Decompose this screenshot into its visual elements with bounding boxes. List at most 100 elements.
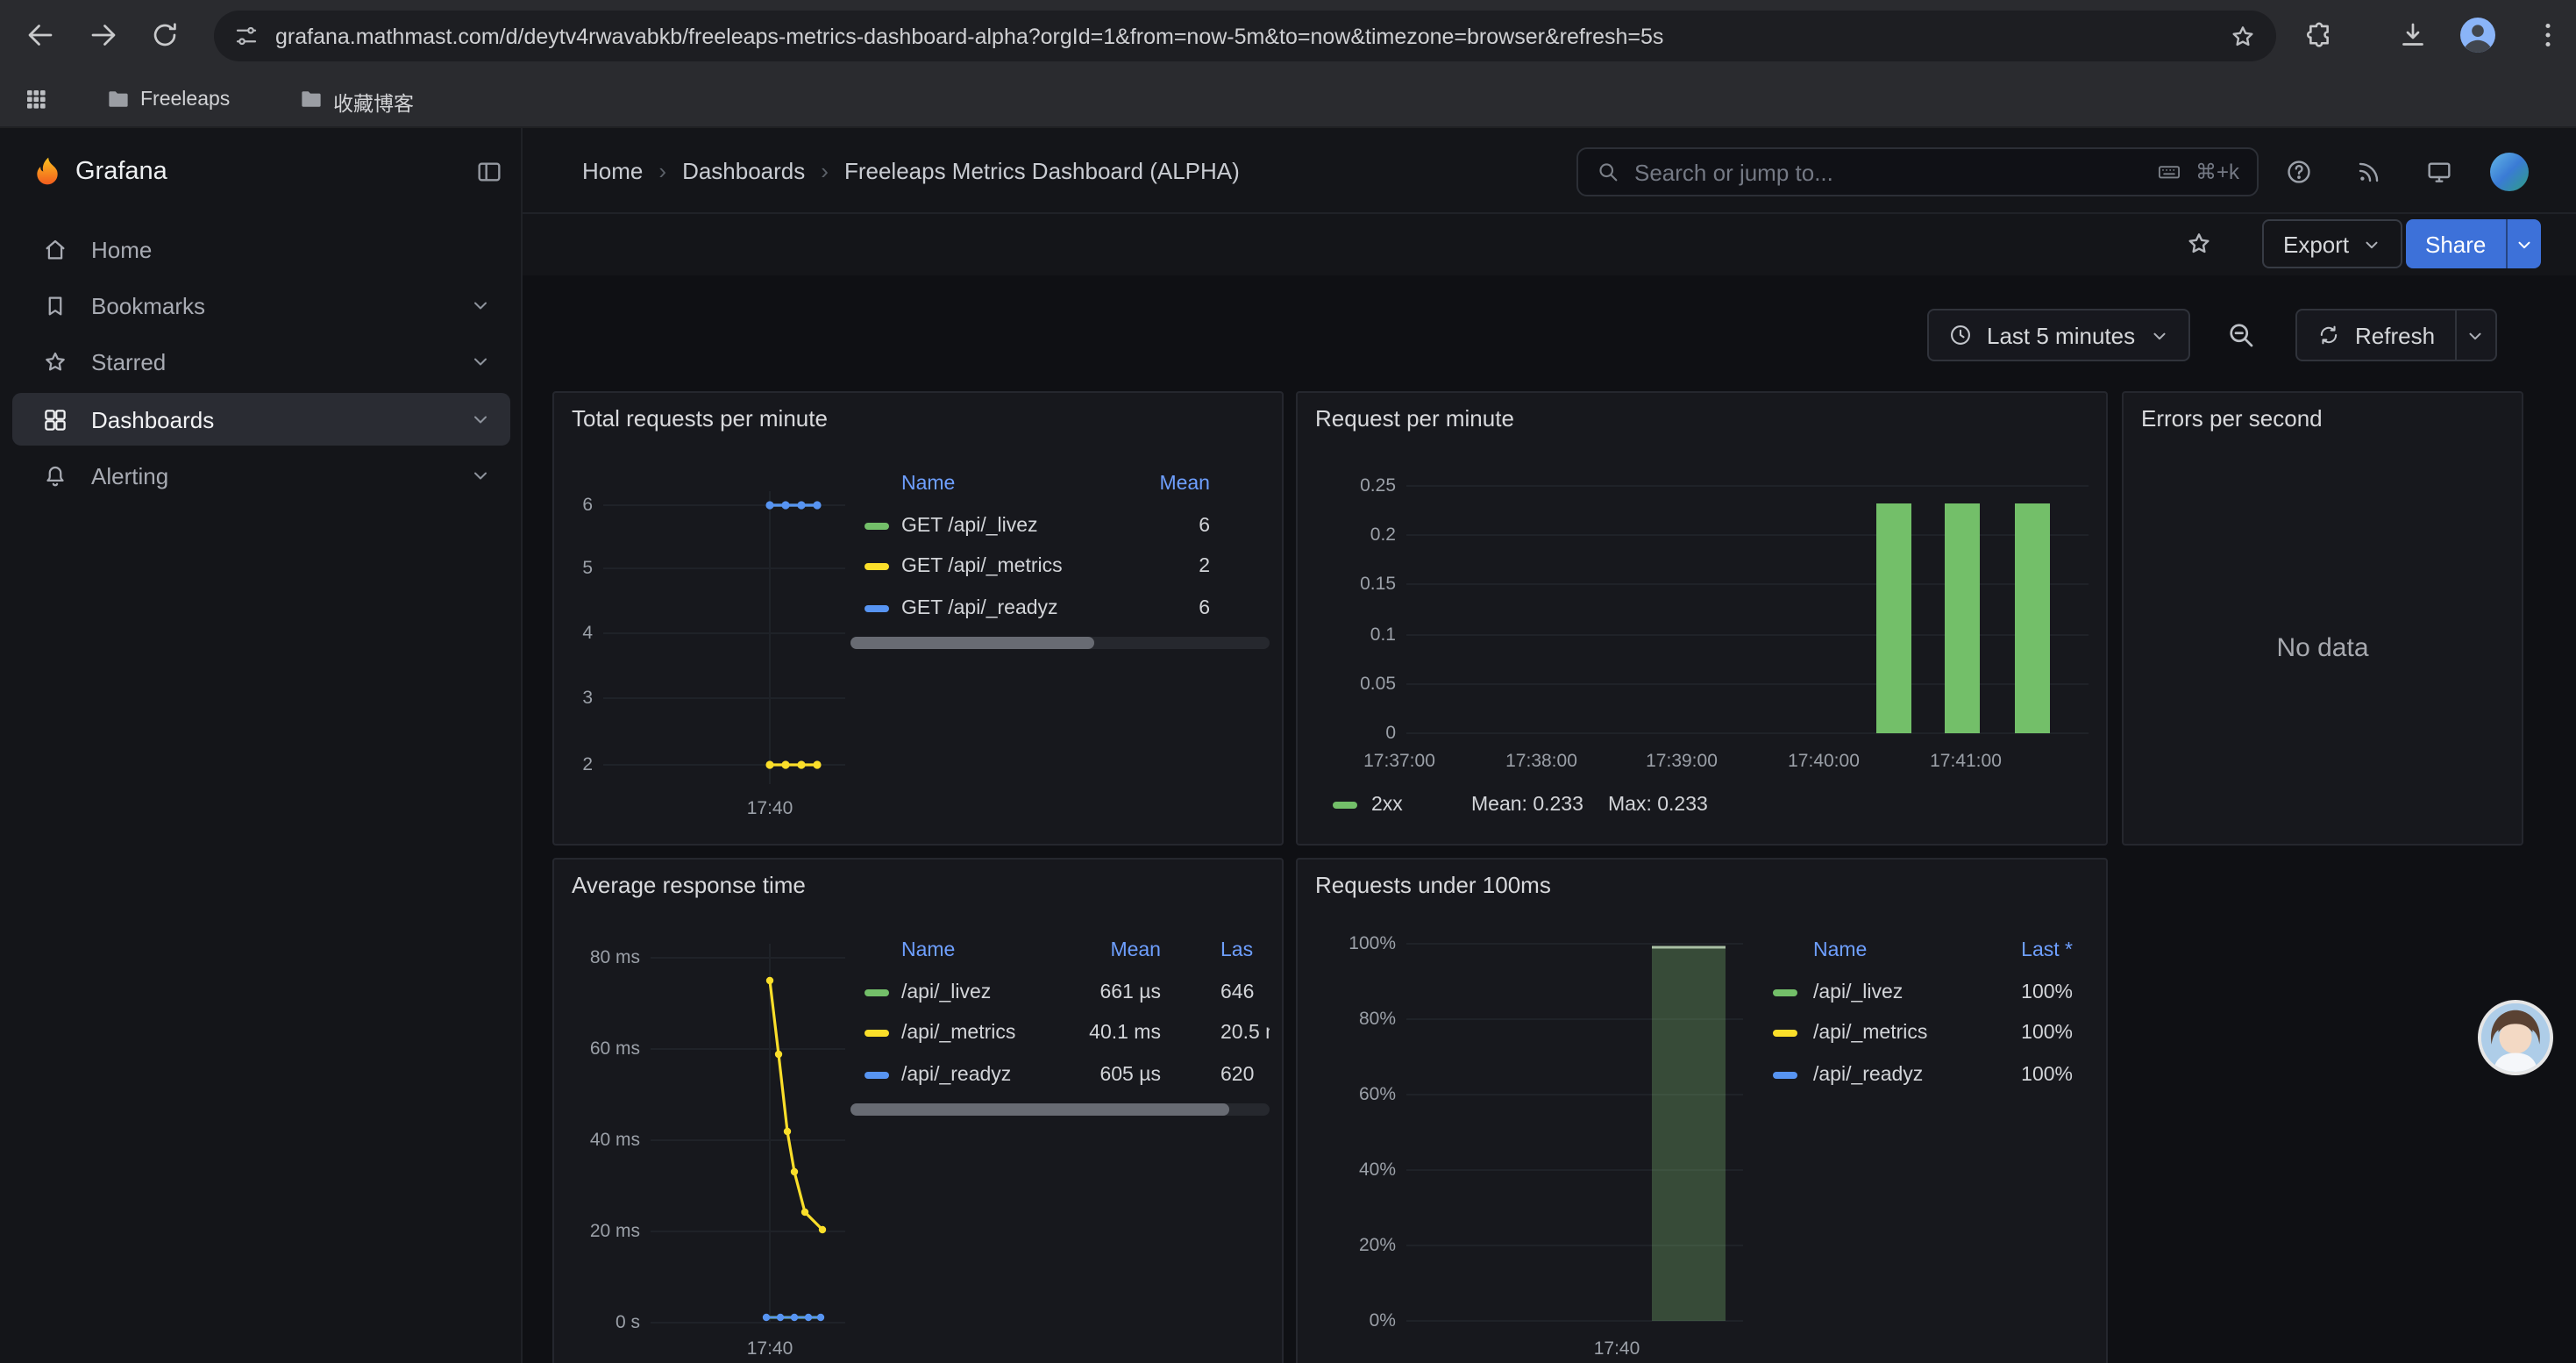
user-avatar[interactable] bbox=[2490, 153, 2529, 191]
bar-chart[interactable] bbox=[1403, 472, 2092, 753]
back-icon[interactable] bbox=[25, 19, 56, 51]
y-axis-tick: 6 bbox=[554, 495, 593, 516]
browser-menu-icon[interactable] bbox=[2532, 19, 2564, 51]
legend-col-name[interactable]: Name bbox=[1813, 940, 1867, 961]
home-icon bbox=[42, 236, 68, 262]
legend-series-name[interactable]: 2xx bbox=[1371, 795, 1403, 816]
download-icon[interactable] bbox=[2397, 19, 2429, 51]
line-chart[interactable] bbox=[647, 944, 847, 1345]
legend-series-name[interactable]: /api/_readyz bbox=[1813, 1065, 1923, 1086]
chevron-down-icon[interactable] bbox=[470, 295, 491, 316]
y-axis-tick: 40% bbox=[1315, 1160, 1396, 1181]
help-icon[interactable] bbox=[2285, 158, 2313, 186]
time-range-picker[interactable]: Last 5 minutes bbox=[1927, 309, 2189, 361]
legend-scrollbar[interactable] bbox=[850, 1103, 1270, 1116]
legend-series-name[interactable]: GET /api/_readyz bbox=[901, 598, 1058, 619]
series-swatch bbox=[1773, 1072, 1797, 1079]
bookmark-item[interactable]: Freeleaps bbox=[140, 89, 230, 111]
news-rss-icon[interactable] bbox=[2355, 158, 2383, 186]
x-axis-tick: 17:39:00 bbox=[1629, 751, 1734, 772]
keyboard-icon bbox=[2157, 160, 2181, 184]
search-shortcut: ⌘+k bbox=[2195, 160, 2239, 184]
y-axis-tick: 20% bbox=[1315, 1235, 1396, 1256]
url-text[interactable]: grafana.mathmast.com/d/deytv4rwavabkb/fr… bbox=[275, 24, 2229, 48]
zoom-out-icon[interactable] bbox=[2225, 319, 2257, 351]
legend-col-mean[interactable]: Mean bbox=[1056, 940, 1161, 961]
monitor-icon[interactable] bbox=[2425, 158, 2453, 186]
legend-col-name[interactable]: Name bbox=[901, 940, 955, 961]
series-swatch bbox=[1333, 802, 1357, 809]
export-label: Export bbox=[2283, 231, 2349, 257]
legend-series-name[interactable]: /api/_metrics bbox=[901, 1023, 1015, 1044]
sidebar-toggle-icon[interactable] bbox=[475, 158, 503, 186]
sidebar-item-home[interactable]: Home bbox=[12, 223, 510, 275]
legend-series-name[interactable]: /api/_metrics bbox=[1813, 1023, 1927, 1044]
sidebar-item-label: Starred bbox=[91, 348, 166, 375]
breadcrumb-home[interactable]: Home bbox=[582, 158, 643, 184]
folder-icon[interactable] bbox=[298, 86, 324, 112]
legend-series-name[interactable]: /api/_livez bbox=[901, 982, 991, 1003]
y-axis-tick: 60% bbox=[1315, 1084, 1396, 1105]
url-bar[interactable]: grafana.mathmast.com/d/deytv4rwavabkb/fr… bbox=[214, 11, 2276, 61]
panel-errors: Errors per second No data bbox=[2122, 391, 2523, 846]
panel-title[interactable]: Errors per second bbox=[2141, 405, 2323, 432]
refresh-button[interactable]: Refresh bbox=[2295, 309, 2496, 361]
bookmarks-icon bbox=[42, 292, 68, 318]
breadcrumb-dashboards[interactable]: Dashboards bbox=[682, 158, 805, 184]
refresh-interval-chevron[interactable] bbox=[2454, 309, 2494, 361]
sidebar-item-starred[interactable]: Starred bbox=[12, 335, 510, 388]
y-axis-tick: 20 ms bbox=[563, 1221, 640, 1242]
profile-avatar[interactable] bbox=[2457, 14, 2499, 56]
legend-mean-value: 605 µs bbox=[1056, 1065, 1161, 1086]
bookmark-item[interactable]: 收藏博客 bbox=[333, 89, 414, 118]
sidebar-item-alerting[interactable]: Alerting bbox=[12, 449, 510, 502]
export-button[interactable]: Export bbox=[2262, 219, 2402, 268]
chevron-down-icon[interactable] bbox=[470, 409, 491, 430]
chevron-down-icon[interactable] bbox=[470, 351, 491, 372]
sidebar-item-label: Dashboards bbox=[91, 406, 214, 432]
legend-scrollbar[interactable] bbox=[850, 637, 1270, 649]
panel-title[interactable]: Average response time bbox=[572, 872, 806, 898]
y-axis-tick: 40 ms bbox=[563, 1130, 640, 1151]
share-label[interactable]: Share bbox=[2406, 231, 2505, 257]
floating-assistant-avatar[interactable] bbox=[2478, 1000, 2553, 1075]
legend-series-name[interactable]: /api/_livez bbox=[1813, 982, 1903, 1003]
legend-col-mean[interactable]: Mean bbox=[1105, 474, 1210, 495]
scrollbar-thumb[interactable] bbox=[850, 637, 1094, 649]
favorite-star-icon[interactable] bbox=[2185, 230, 2213, 258]
grafana-logo[interactable] bbox=[30, 154, 65, 189]
apps-grid-icon[interactable] bbox=[23, 86, 49, 112]
extensions-icon[interactable] bbox=[2304, 21, 2334, 51]
panel-title[interactable]: Requests under 100ms bbox=[1315, 872, 1551, 898]
scrollbar-thumb[interactable] bbox=[850, 1103, 1229, 1116]
folder-icon[interactable] bbox=[105, 86, 132, 112]
breadcrumb-separator: › bbox=[821, 158, 829, 184]
refresh-main[interactable]: Refresh bbox=[2297, 322, 2454, 348]
search-placeholder: Search or jump to... bbox=[1634, 159, 2143, 185]
panel-avg-response: Average response time 80 ms 60 ms 40 ms … bbox=[552, 858, 1284, 1363]
legend-col-name[interactable]: Name bbox=[901, 474, 955, 495]
chevron-down-icon[interactable] bbox=[470, 465, 491, 486]
search-input[interactable]: Search or jump to... ⌘+k bbox=[1576, 147, 2259, 196]
legend-series-name[interactable]: GET /api/_livez bbox=[901, 516, 1038, 537]
legend-last-value: 20.5 m bbox=[1220, 1023, 1270, 1044]
panel-title[interactable]: Request per minute bbox=[1315, 405, 1514, 432]
sidebar-item-bookmarks[interactable]: Bookmarks bbox=[12, 279, 510, 332]
tune-icon[interactable] bbox=[233, 23, 260, 49]
sidebar-item-dashboards[interactable]: Dashboards bbox=[12, 393, 510, 446]
bar-chart[interactable] bbox=[1403, 937, 1747, 1340]
bookmark-star-icon[interactable] bbox=[2229, 22, 2257, 50]
forward-icon[interactable] bbox=[88, 19, 119, 51]
y-axis-tick: 0 s bbox=[563, 1312, 640, 1333]
share-button[interactable]: Share bbox=[2406, 219, 2540, 268]
legend-series-name[interactable]: /api/_readyz bbox=[901, 1065, 1011, 1086]
reload-icon[interactable] bbox=[149, 19, 181, 51]
y-axis-tick: 0.2 bbox=[1315, 525, 1396, 546]
legend-col-last[interactable]: Last * bbox=[1932, 940, 2073, 961]
legend-value: 6 bbox=[1105, 598, 1210, 619]
legend-series-name[interactable]: GET /api/_metrics bbox=[901, 556, 1063, 577]
line-chart[interactable] bbox=[600, 491, 849, 802]
share-menu-chevron[interactable] bbox=[2505, 219, 2540, 268]
legend-col-last[interactable]: Las bbox=[1220, 940, 1253, 961]
panel-title[interactable]: Total requests per minute bbox=[572, 405, 828, 432]
